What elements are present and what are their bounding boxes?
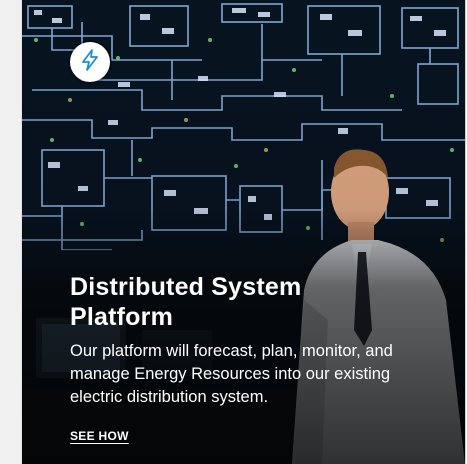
lightning-bolt-icon [79, 48, 101, 76]
lightning-bolt-badge [70, 42, 110, 82]
left-gutter [0, 0, 22, 464]
card-description: Our platform will forecast, plan, monito… [70, 342, 393, 406]
see-how-link[interactable]: SEE HOW [70, 429, 129, 443]
card-title: Distributed System Platform [70, 273, 302, 331]
feature-card[interactable]: Distributed System Platform Our platform… [22, 0, 466, 464]
